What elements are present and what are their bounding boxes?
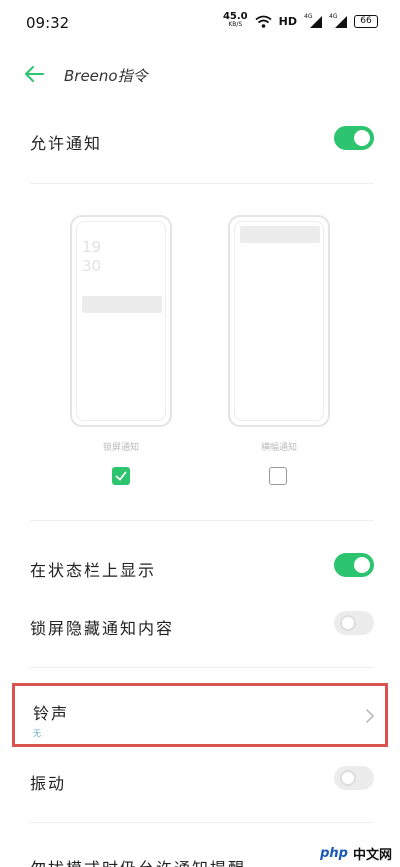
hide-lockscreen-content-row[interactable]: 锁屏隐藏通知内容 <box>0 605 400 645</box>
lockscreen-preview-time: 19 30 <box>82 238 101 276</box>
divider <box>30 822 374 823</box>
divider <box>30 667 374 668</box>
watermark-text: 中文网 <box>352 848 392 863</box>
lockscreen-time-minute: 30 <box>82 257 102 275</box>
banner-preview[interactable] <box>228 215 330 427</box>
banner-caption: 横幅通知 <box>260 443 297 453</box>
network-speed-value: 45.0 <box>222 11 248 22</box>
status-time: 09:32 <box>26 14 70 32</box>
signal-icon: 4G <box>304 13 322 28</box>
allow-notifications-label: 允许通知 <box>30 134 103 153</box>
hide-lockscreen-content-label: 锁屏隐藏通知内容 <box>30 619 175 638</box>
vibration-label: 振动 <box>30 774 67 793</box>
status-bar-display-switch[interactable] <box>334 553 374 577</box>
hide-lockscreen-content-switch[interactable] <box>334 611 374 635</box>
allow-notifications-row[interactable]: 允许通知 <box>0 120 400 160</box>
lockscreen-time-hour: 19 <box>82 238 102 256</box>
hd-indicator: HD <box>278 14 297 28</box>
wifi-icon <box>255 15 272 28</box>
banner-notification-bar <box>240 226 320 243</box>
signal-icon-2: 4G <box>329 13 347 28</box>
banner-checkbox[interactable] <box>269 467 287 485</box>
checkmark-icon <box>115 471 127 481</box>
status-bar-display-row[interactable]: 在状态栏上显示 <box>0 547 400 587</box>
ringtone-label: 铃声 <box>33 704 70 723</box>
status-bar: 09:32 45.0 KB/S HD 4G 4G 66 <box>0 0 400 44</box>
lockscreen-checkbox[interactable] <box>112 467 130 485</box>
battery-icon: 66 <box>354 14 378 28</box>
arrow-left-icon[interactable] <box>22 62 46 86</box>
vibration-switch[interactable] <box>334 766 374 790</box>
status-bar-display-label: 在状态栏上显示 <box>30 561 157 580</box>
page-title: Breeno指令 <box>64 67 148 85</box>
watermark-logo: php <box>317 846 351 861</box>
lockscreen-notification-bar <box>82 296 162 313</box>
network-speed-unit: KB/S <box>228 21 243 28</box>
divider <box>30 520 374 521</box>
dnd-label: 勿扰模式时仍允许通知提醒 <box>30 855 246 867</box>
network-speed: 45.0 KB/S <box>222 11 248 29</box>
app-header: Breeno指令 <box>0 52 400 96</box>
lockscreen-caption: 锁屏通知 <box>102 443 139 453</box>
watermark: php 中文网 <box>317 844 392 863</box>
vibration-row[interactable]: 振动 <box>0 760 400 800</box>
status-icons: 45.0 KB/S HD 4G 4G 66 <box>222 11 378 29</box>
allow-notifications-switch[interactable] <box>334 126 374 150</box>
divider <box>30 183 374 184</box>
ringtone-row[interactable]: 铃声 无 <box>12 683 388 747</box>
chevron-right-icon <box>366 709 374 723</box>
ringtone-value: 无 <box>33 729 41 738</box>
